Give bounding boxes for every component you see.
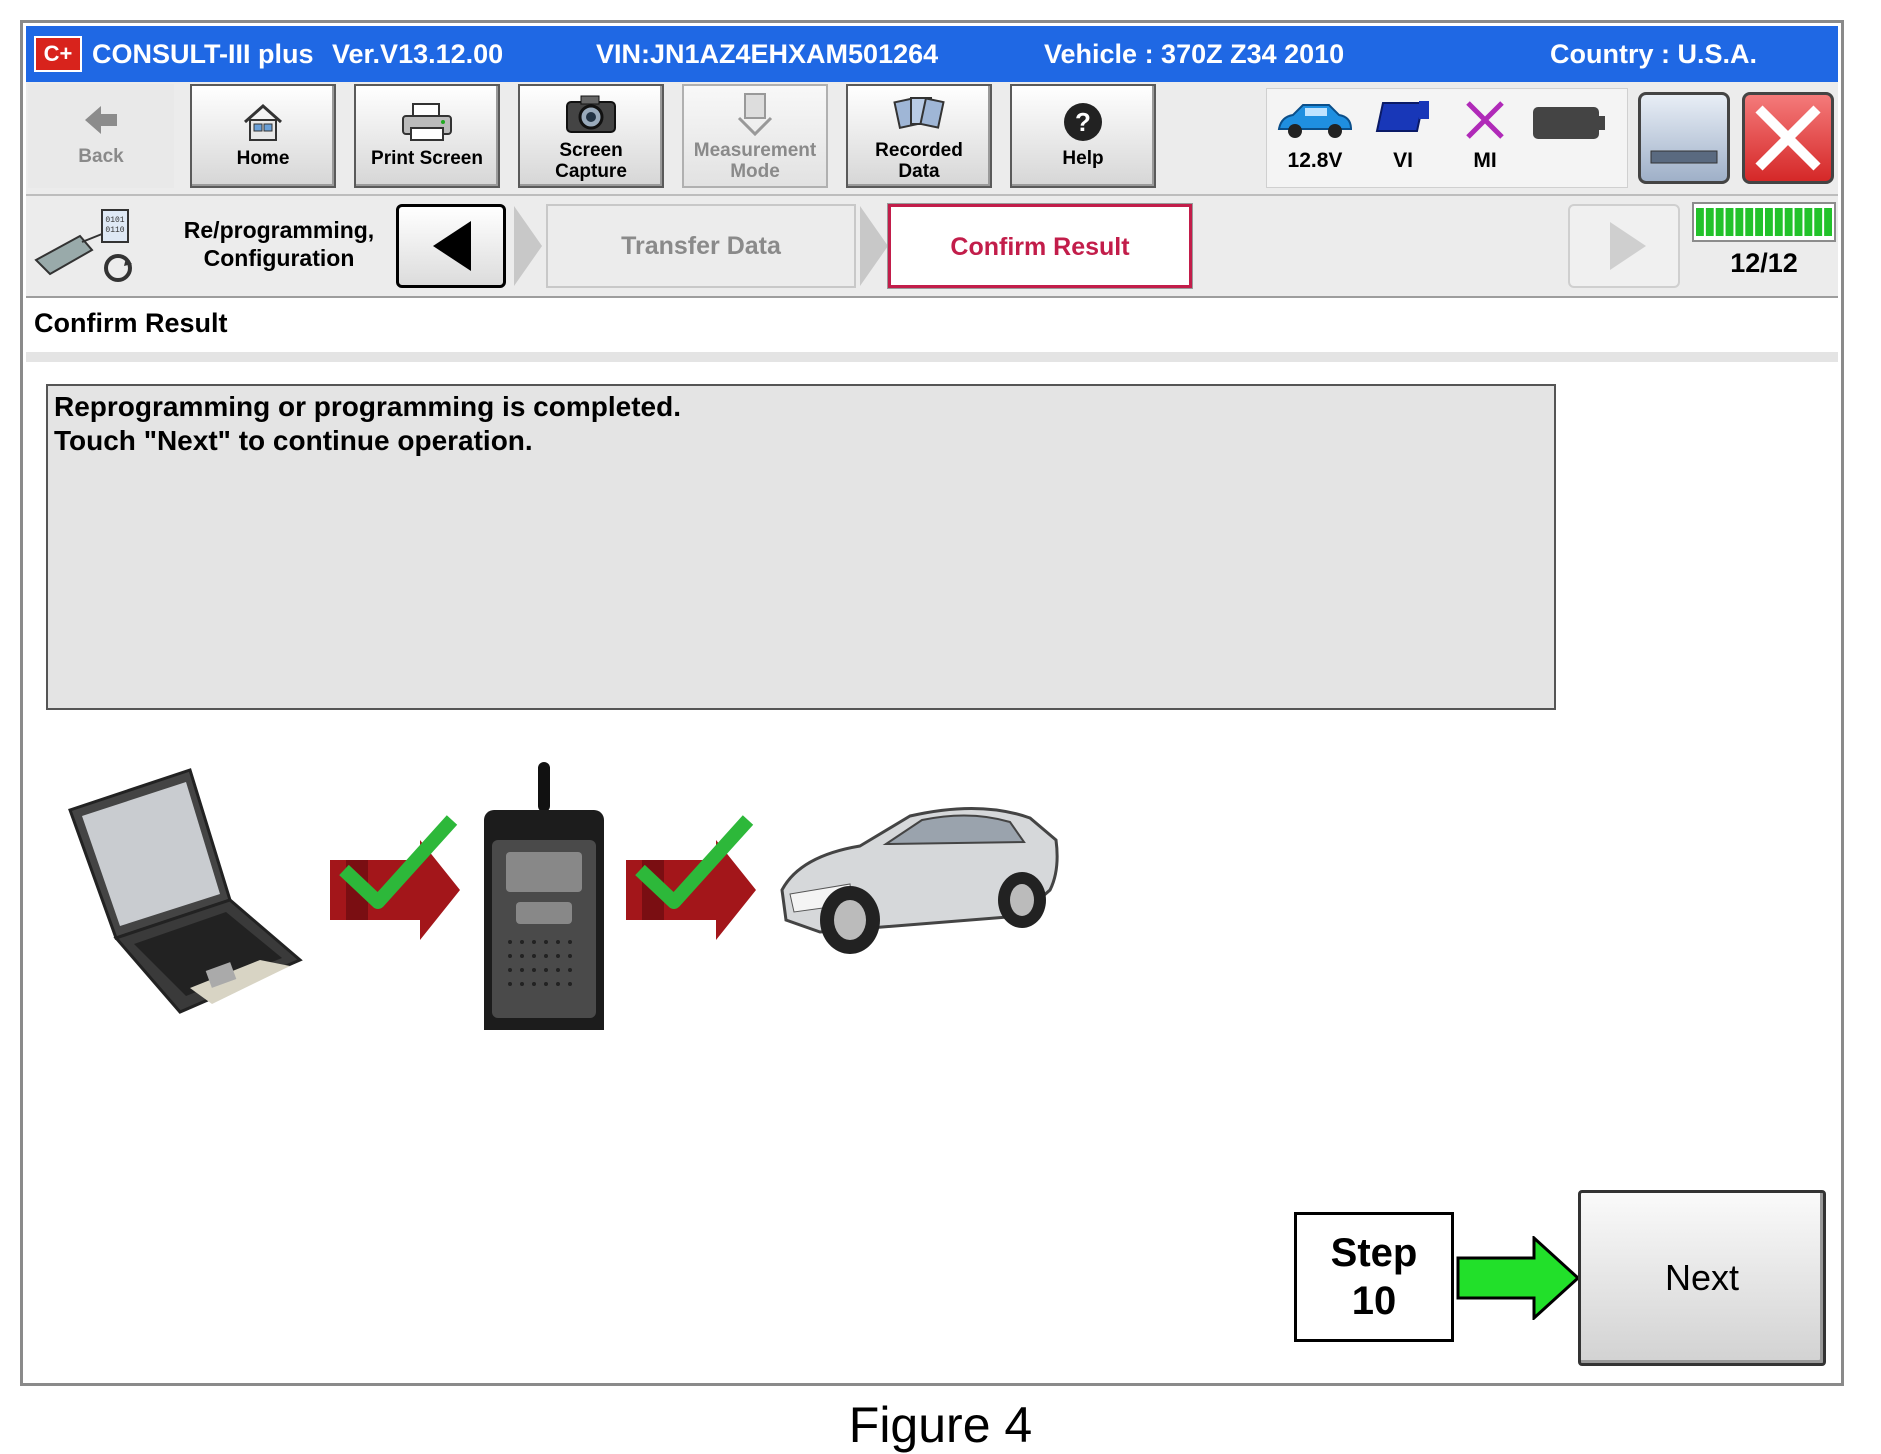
- print-screen-button[interactable]: Print Screen: [354, 84, 500, 188]
- mi-status: MI: [1445, 97, 1525, 173]
- operation-label-line1: Re/programming,: [183, 217, 375, 243]
- minimize-button[interactable]: [1638, 92, 1730, 184]
- breadcrumb-separator-icon: [514, 206, 542, 286]
- navigation-bar: 0101 0110 Re/programming, Configuration …: [26, 196, 1838, 298]
- home-icon: [244, 103, 282, 141]
- title-divider: [26, 352, 1838, 362]
- screen-capture-label-1: Screen: [559, 140, 623, 161]
- toolbar: Back Home Print Screen Screen Capture Me…: [26, 82, 1838, 196]
- back-button[interactable]: Back: [28, 84, 174, 188]
- voltage-label: 12.8V: [1287, 149, 1343, 172]
- consult-logo: C+: [34, 36, 82, 72]
- recorded-data-icon: [893, 97, 945, 129]
- progress-segment: [1774, 208, 1783, 236]
- minimize-icon: [1650, 150, 1718, 164]
- measurement-label-2: Mode: [730, 161, 780, 182]
- progress-segment: [1794, 208, 1803, 236]
- left-triangle-icon: [433, 221, 471, 271]
- progress-segment: [1765, 208, 1773, 236]
- step-label: Step: [1330, 1231, 1418, 1275]
- measurement-mode-button[interactable]: Measurement Mode: [682, 84, 828, 188]
- status-panel: 12.8V VI MI: [1266, 88, 1628, 188]
- operation-label-line2: Configuration: [203, 245, 355, 271]
- breadcrumb-transfer-data[interactable]: Transfer Data: [546, 204, 856, 288]
- home-button[interactable]: Home: [190, 84, 336, 188]
- vi-device-icon: [1375, 101, 1429, 132]
- close-icon: [1755, 105, 1821, 171]
- svg-text:?: ?: [1075, 107, 1091, 137]
- measurement-icon: [737, 93, 773, 136]
- progress-segments: [1696, 208, 1832, 236]
- nav-forward-button[interactable]: [1568, 204, 1680, 288]
- message-line-1: Reprogramming or programming is complete…: [54, 391, 681, 422]
- recorded-data-button[interactable]: Recorded Data: [846, 84, 992, 188]
- message-line-2: Touch "Next" to continue operation.: [54, 425, 533, 456]
- measurement-label-1: Measurement: [693, 140, 817, 161]
- screen-capture-label-2: Capture: [555, 161, 627, 182]
- back-label: Back: [78, 146, 124, 167]
- help-label: Help: [1062, 148, 1104, 169]
- help-button[interactable]: ? Help: [1010, 84, 1156, 188]
- progress-segment: [1814, 208, 1823, 236]
- progress-segment: [1804, 208, 1813, 236]
- reprogramming-icon: 0101 0110: [34, 209, 132, 282]
- progress-segment: [1824, 208, 1832, 236]
- app-version: Ver.V13.12.00: [332, 39, 504, 69]
- progress-bar: [1692, 202, 1836, 242]
- figure-caption: Figure 4: [848, 1397, 1033, 1453]
- next-button[interactable]: Next: [1578, 1190, 1826, 1366]
- printer-icon: [402, 103, 452, 141]
- camera-icon: [566, 95, 616, 133]
- check-arrow-icon: [626, 815, 756, 940]
- message-box: Reprogramming or programming is complete…: [46, 384, 1556, 710]
- transfer-illustration: [68, 762, 1059, 1030]
- recorded-data-label-1: Recorded: [875, 140, 963, 161]
- back-arrow-icon: [85, 106, 117, 134]
- app-name: CONSULT-III plus: [92, 39, 314, 69]
- right-triangle-icon: [1610, 222, 1646, 270]
- battery-status: [1529, 105, 1609, 147]
- help-icon: ?: [1064, 103, 1102, 141]
- battery-icon: [1533, 107, 1605, 139]
- laptop-icon: [68, 768, 303, 1014]
- country-label: Country : U.S.A.: [1550, 39, 1757, 69]
- car-icon: [1277, 104, 1353, 138]
- check-arrow-icon: [330, 815, 460, 940]
- progress-segment: [1696, 208, 1704, 236]
- vi-status: VI: [1363, 97, 1443, 173]
- car-icon: [780, 807, 1059, 954]
- mi-label: MI: [1473, 149, 1497, 172]
- progress-segment: [1725, 208, 1734, 236]
- svg-text:0110: 0110: [105, 226, 124, 235]
- green-arrow-icon: [1456, 1236, 1580, 1320]
- breadcrumb-separator-icon: [860, 206, 888, 286]
- title-bar: C+ CONSULT-III plus Ver.V13.12.00 VIN:JN…: [26, 26, 1838, 82]
- mi-disconnected-icon: [1466, 101, 1504, 139]
- operation-label: Re/programming, Configuration: [164, 216, 394, 272]
- progress-segment: [1784, 208, 1793, 236]
- breadcrumb-confirm-result: Confirm Result: [888, 204, 1192, 288]
- svg-text:0101: 0101: [105, 216, 124, 225]
- vi-interface-icon: [484, 762, 604, 1030]
- close-button[interactable]: [1742, 92, 1834, 184]
- progress-segment: [1735, 208, 1744, 236]
- vehicle-label: Vehicle : 370Z Z34 2010: [1044, 39, 1345, 69]
- home-label: Home: [236, 148, 290, 169]
- nav-back-button[interactable]: [396, 204, 506, 288]
- step-callout: Step 10: [1294, 1212, 1454, 1342]
- page-title: Confirm Result: [34, 308, 228, 338]
- progress-segment: [1745, 208, 1754, 236]
- battery-voltage-status: 12.8V: [1275, 97, 1355, 173]
- vin-label: VIN:JN1AZ4EHXAM501264: [596, 39, 939, 69]
- recorded-data-label-2: Data: [898, 161, 940, 182]
- print-screen-label: Print Screen: [371, 148, 483, 169]
- vi-label: VI: [1393, 149, 1413, 172]
- progress-segment: [1715, 208, 1724, 236]
- step-number: 10: [1351, 1279, 1397, 1323]
- progress-segment: [1755, 208, 1763, 236]
- progress-segment: [1705, 208, 1714, 236]
- progress-count: 12/12: [1730, 248, 1798, 278]
- screen-capture-button[interactable]: Screen Capture: [518, 84, 664, 188]
